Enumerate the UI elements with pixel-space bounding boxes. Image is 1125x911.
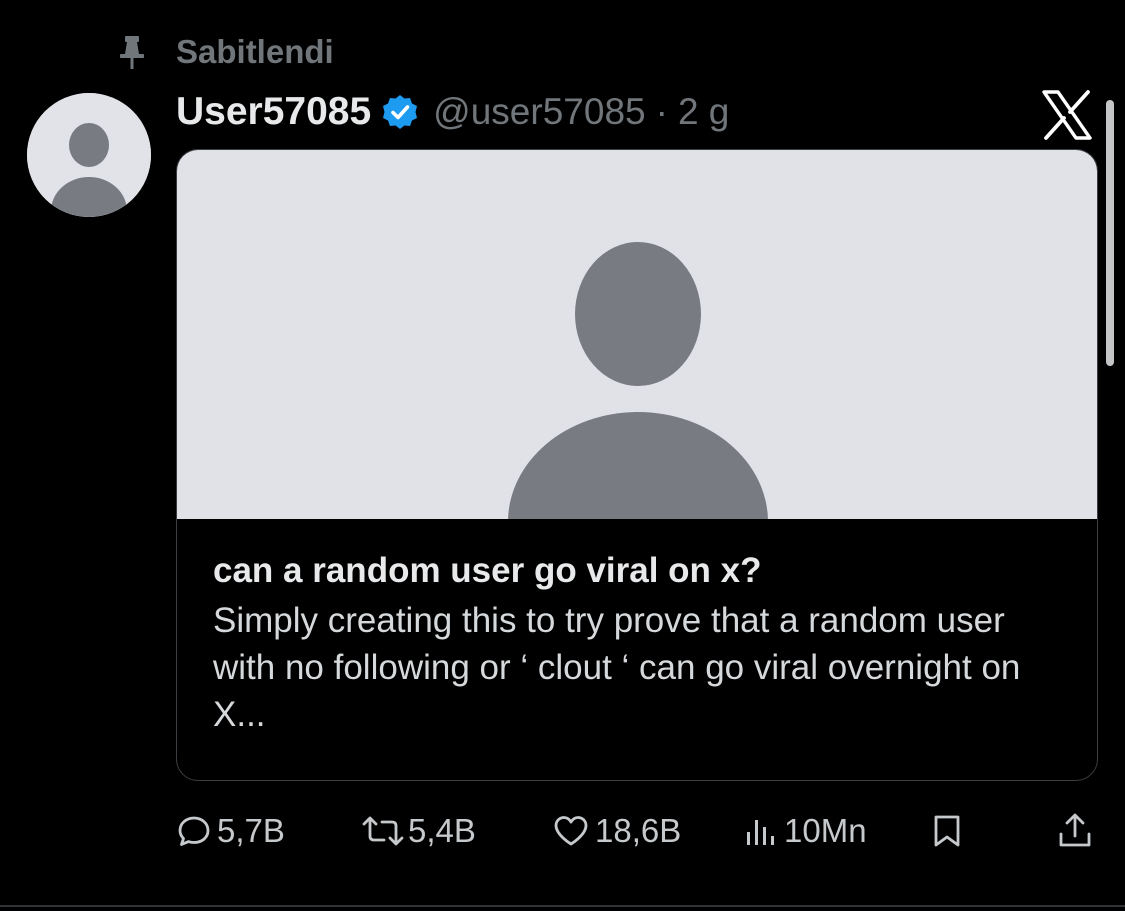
action-bar: 5,7B 5,4B 18,6B 10Mn (0, 808, 1125, 854)
divider (0, 905, 1125, 907)
handle[interactable]: @user57085 (433, 91, 645, 133)
post-age[interactable]: 2 g (678, 91, 729, 133)
reply-count: 5,7B (217, 812, 285, 849)
card-image-placeholder (177, 150, 1097, 519)
card-description: Simply creating this to try prove that a… (213, 601, 1021, 734)
bookmark-button[interactable] (932, 808, 962, 854)
like-count: 18,6B (595, 812, 682, 849)
separator-dot: · (655, 91, 668, 132)
heart-icon (553, 814, 589, 848)
views-button[interactable]: 10Mn (744, 808, 867, 854)
post-header: User57085 @user57085 · 2 g (176, 84, 729, 140)
display-name[interactable]: User57085 (176, 90, 371, 134)
x-logo-icon (1040, 88, 1094, 142)
share-icon (1057, 812, 1093, 850)
repost-icon (360, 814, 406, 848)
pinned-indicator: Sabitlendi (118, 32, 334, 72)
pin-icon (118, 32, 146, 72)
link-preview-card[interactable]: can a random user go viral on x? Simply … (176, 149, 1098, 781)
views-chart-icon (744, 814, 778, 848)
verified-badge-icon[interactable] (381, 93, 419, 131)
repost-button[interactable]: 5,4B (360, 808, 476, 854)
card-title: can a random user go viral on x? (213, 551, 762, 590)
bookmark-icon (932, 813, 962, 849)
like-button[interactable]: 18,6B (553, 808, 681, 854)
views-count: 10Mn (784, 812, 867, 849)
repost-count: 5,4B (408, 812, 476, 849)
avatar[interactable] (27, 93, 151, 217)
share-button[interactable] (1057, 808, 1093, 854)
scrollbar[interactable] (1106, 100, 1114, 366)
pinned-label: Sabitlendi (176, 33, 334, 70)
reply-icon (177, 814, 211, 848)
reply-button[interactable]: 5,7B (177, 808, 285, 854)
